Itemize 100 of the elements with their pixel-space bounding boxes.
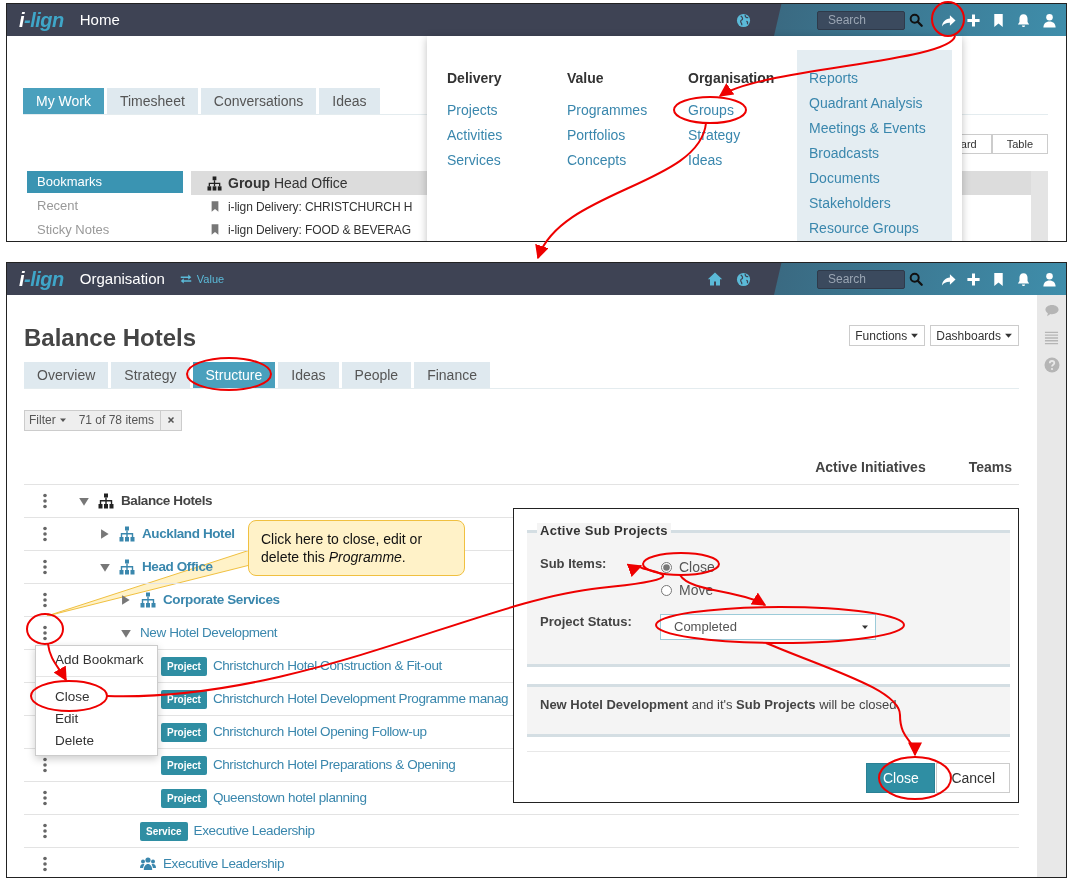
collapse-arrow-icon[interactable] <box>78 495 90 507</box>
search-icon[interactable] <box>909 13 923 27</box>
menu-link[interactable]: Projects <box>447 98 567 123</box>
sidebar-item[interactable]: Recent <box>27 195 183 217</box>
bookmark-icon[interactable] <box>991 271 1006 287</box>
menu-link[interactable]: Ideas <box>688 148 797 173</box>
menu-link[interactable]: Resource Groups <box>809 216 940 241</box>
bookmark-icon <box>209 223 221 236</box>
filter-dropdown[interactable]: Filter <box>25 411 71 429</box>
tree-item-link[interactable]: Christchurch Hotel Preparations & Opening <box>212 754 456 776</box>
bookmark-link[interactable]: i-lign Delivery: FOOD & BEVERAG <box>228 220 411 239</box>
menu-link[interactable]: Concepts <box>567 148 688 173</box>
menu-link[interactable]: Documents <box>809 166 940 191</box>
drag-handle-icon[interactable] <box>43 559 47 575</box>
tree-item-link[interactable]: Christchurch Hotel Development Programme manag <box>212 688 509 710</box>
bookmark-icon[interactable] <box>991 12 1006 28</box>
menu-item[interactable]: Edit <box>36 708 157 730</box>
view-toggle-button[interactable]: Table <box>991 134 1048 154</box>
tree-item-link[interactable]: Christchurch Hotel Opening Follow-up <box>212 721 427 743</box>
menu-item[interactable]: Add Bookmark <box>36 649 157 671</box>
radio-option[interactable]: Close <box>660 556 715 579</box>
globe-icon[interactable] <box>736 12 751 28</box>
switch-link[interactable]: Value <box>178 270 225 288</box>
menu-link[interactable]: Groups <box>688 98 797 123</box>
logo[interactable]: i-lign <box>19 5 64 35</box>
drag-handle-icon[interactable] <box>43 526 47 542</box>
tab[interactable]: Strategy <box>111 362 190 388</box>
caret-icon <box>910 331 920 340</box>
type-badge: Project <box>161 656 207 676</box>
tree-item-link[interactable]: Christchurch Hotel Construction & Fit-out <box>212 655 442 677</box>
logo[interactable]: i-lign <box>19 264 64 294</box>
tab[interactable]: Finance <box>414 362 490 388</box>
drag-handle-icon[interactable] <box>43 493 47 509</box>
tab[interactable]: Overview <box>24 362 109 388</box>
search-field[interactable]: Search <box>817 269 905 289</box>
bookmark-link[interactable]: i-lign Delivery: CHRISTCHURCH H <box>228 197 413 216</box>
tree-item-link[interactable]: Corporate Services <box>163 589 280 611</box>
tree-item-link[interactable]: Executive Leadership <box>193 820 315 842</box>
menu-link[interactable]: Activities <box>447 123 567 148</box>
plus-icon[interactable] <box>966 271 981 287</box>
field-label: Sub Items: <box>540 556 608 572</box>
type-badge: Project <box>161 788 207 808</box>
tree-item-link[interactable]: Auckland Hotel <box>142 523 235 545</box>
confirm-button[interactable]: Close <box>866 763 936 793</box>
radio-button[interactable] <box>661 585 672 596</box>
drag-handle-icon[interactable] <box>43 625 47 641</box>
tree-item-link[interactable]: Balance Hotels <box>121 490 213 512</box>
collapse-arrow-icon[interactable] <box>120 627 132 639</box>
tree-item-link[interactable]: Executive Leadership <box>163 853 285 875</box>
drag-handle-icon[interactable] <box>43 790 47 806</box>
type-badge: Service <box>140 821 188 841</box>
user-icon[interactable] <box>1042 271 1057 287</box>
menu-link[interactable]: Broadcasts <box>809 141 940 166</box>
cancel-button[interactable]: Cancel <box>936 763 1010 793</box>
dropdown-button[interactable]: Dashboards <box>930 325 1019 346</box>
search-icon[interactable] <box>909 272 923 286</box>
field-label: Project Status: <box>540 614 633 630</box>
drag-handle-icon[interactable] <box>43 856 47 872</box>
radio-option[interactable]: Move <box>660 579 715 602</box>
tree-item-link[interactable]: Queenstown hotel planning <box>212 787 367 809</box>
globe-icon[interactable] <box>736 271 751 287</box>
group-name: Group Head Office <box>228 173 348 193</box>
menu-link[interactable]: Portfolios <box>567 123 688 148</box>
tab[interactable]: People <box>341 362 412 388</box>
close-icon <box>167 416 176 424</box>
plus-icon[interactable] <box>966 12 981 28</box>
tab[interactable]: My Work <box>23 88 104 114</box>
menu-item[interactable]: Close <box>36 686 157 708</box>
user-icon[interactable] <box>1042 12 1057 28</box>
bell-icon[interactable] <box>1016 12 1031 28</box>
home-icon[interactable] <box>707 271 723 287</box>
menu-item[interactable]: Delete <box>36 730 157 752</box>
tab[interactable]: Timesheet <box>106 88 198 114</box>
bell-icon[interactable] <box>1016 271 1031 287</box>
sidebar-item[interactable]: Bookmarks <box>27 171 183 193</box>
drag-handle-icon[interactable] <box>43 757 47 773</box>
menu-link[interactable]: Services <box>447 148 567 173</box>
tab[interactable]: Conversations <box>200 88 317 114</box>
tab[interactable]: Ideas <box>278 362 339 388</box>
select-field[interactable]: Completed <box>660 614 876 640</box>
expand-arrow-icon[interactable] <box>99 528 110 540</box>
search-field[interactable]: Search <box>817 10 905 30</box>
menu-link[interactable]: Quadrant Analysis <box>809 91 940 116</box>
dropdown-button[interactable]: Functions <box>849 325 926 346</box>
expand-arrow-icon[interactable] <box>120 594 131 606</box>
drag-handle-icon[interactable] <box>43 592 47 608</box>
org-chart-icon <box>119 526 135 542</box>
menu-link[interactable]: Stakeholders <box>809 191 940 216</box>
annotation-ellipse <box>26 613 64 645</box>
tab[interactable]: Structure <box>192 362 276 388</box>
menu-heading: Organisation <box>688 69 776 87</box>
tree-item-link[interactable]: New Hotel Development <box>140 622 278 644</box>
radio-button[interactable] <box>661 562 672 573</box>
tab[interactable]: Ideas <box>319 88 380 114</box>
menu-link[interactable]: Programmes <box>567 98 688 123</box>
collapse-arrow-icon[interactable] <box>99 561 111 573</box>
drag-handle-icon[interactable] <box>43 823 47 839</box>
sidebar-item[interactable]: Sticky Notes <box>27 219 183 241</box>
menu-link[interactable]: Meetings & Events <box>809 116 940 141</box>
menu-link[interactable]: Reports <box>809 66 940 91</box>
